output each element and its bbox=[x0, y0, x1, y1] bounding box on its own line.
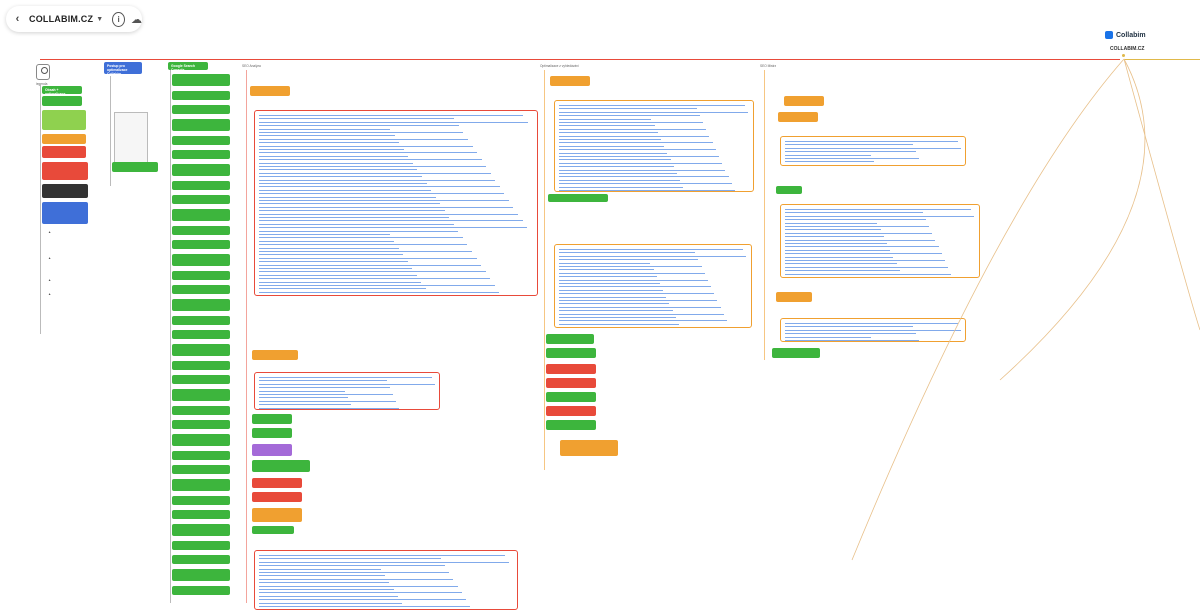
curve-connector bbox=[1123, 58, 1200, 331]
link-line[interactable] bbox=[259, 606, 471, 607]
curve-connector bbox=[999, 58, 1146, 381]
curve-connector bbox=[851, 58, 1125, 561]
curve-connectors bbox=[851, 58, 1200, 561]
